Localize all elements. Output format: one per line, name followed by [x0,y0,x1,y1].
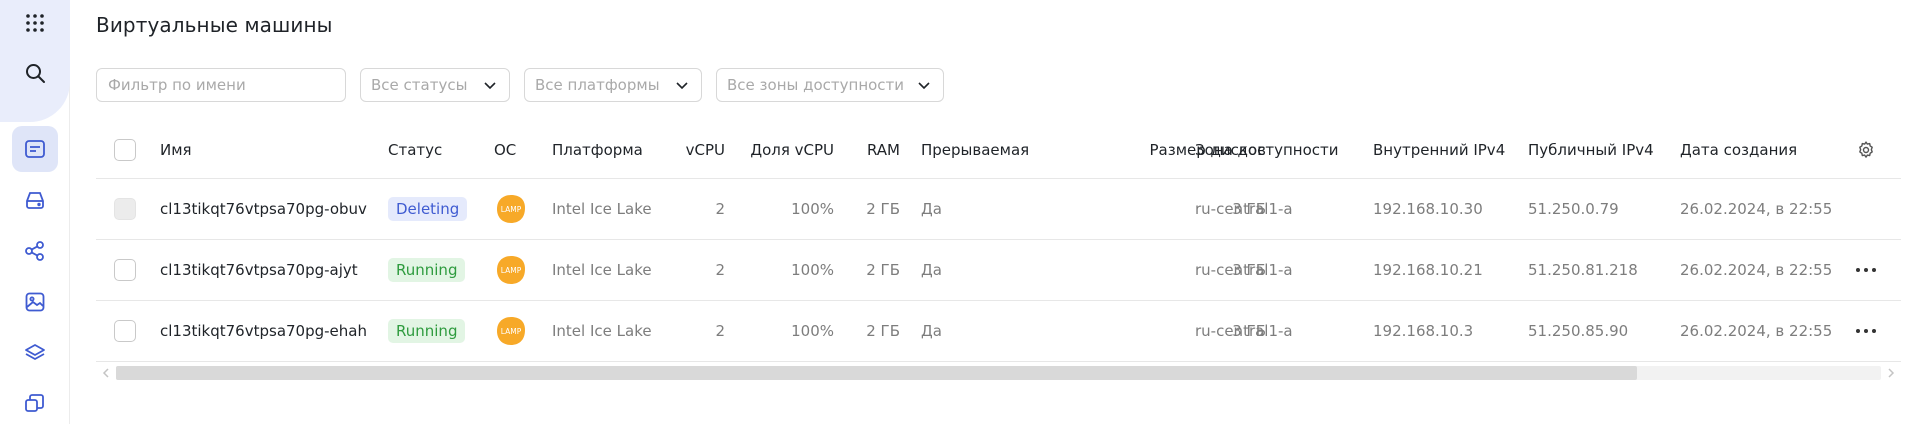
more-actions-icon[interactable] [1855,240,1877,300]
status-filter-label: Все статусы [371,76,468,94]
vm-internal-ip: 192.168.10.3 [1373,322,1474,340]
header-public-ip[interactable]: Публичный IPv4 [1528,122,1654,178]
image-icon[interactable] [12,279,58,325]
vm-public-ip: 51.250.81.218 [1528,261,1638,279]
select-all-checkbox[interactable] [114,139,136,161]
header-platform[interactable]: Платформа [552,122,643,178]
lamp-os-icon: LAMP [496,301,526,361]
table-row[interactable]: cl13tikqt76vtpsa70pg-ehah Running LAMP I… [96,301,1901,362]
vm-name[interactable]: cl13tikqt76vtpsa70pg-ajyt [160,240,358,300]
lamp-os-icon: LAMP [496,240,526,300]
disk-icon[interactable] [12,177,58,223]
vm-vcpu: 2 [715,322,725,340]
vm-ram: 2 ГБ [866,322,900,340]
header-vcpu[interactable]: vCPU [656,122,725,178]
snapshots-icon[interactable] [12,380,58,424]
name-filter-input[interactable] [96,68,346,102]
page-title: Виртуальные машины [96,13,333,37]
lamp-os-label: LAMP [501,327,522,336]
status-badge: Running [388,258,466,282]
vm-public-ip: 51.250.85.90 [1528,322,1629,340]
network-nodes-icon[interactable] [12,228,58,274]
status-filter-select[interactable]: Все статусы [360,68,510,102]
status-badge: Deleting [388,197,468,221]
header-os[interactable]: ОС [494,122,516,178]
chevron-down-icon [918,82,930,90]
header-created[interactable]: Дата создания [1680,122,1797,178]
header-ram[interactable]: RAM [846,122,900,178]
vm-ram: 2 ГБ [866,200,900,218]
header-status[interactable]: Статус [388,122,442,178]
vm-created: 26.02.2024, в 22:55 [1680,261,1833,279]
gear-icon[interactable] [1856,122,1876,178]
lamp-os-icon: LAMP [496,179,526,239]
layers-icon[interactable] [12,330,58,376]
zone-filter-label: Все зоны доступности [727,76,905,94]
vm-platform: Intel Ice Lake [552,261,652,279]
lamp-os-label: LAMP [501,266,522,275]
table-row[interactable]: cl13tikqt76vtpsa70pg-obuv Deleting LAMP … [96,179,1901,240]
vm-preemptible: Да [921,200,942,218]
main-content: Виртуальные машины Все статусы Все платф… [96,0,1923,424]
vm-table: Имя Статус ОС Платформа vCPU Доля vCPU R… [96,122,1901,362]
vm-platform: Intel Ice Lake [552,322,652,340]
vm-public-ip: 51.250.0.79 [1528,200,1619,218]
status-badge: Running [388,319,466,343]
vm-vcpu-share: 100% [791,200,834,218]
virtual-machines-icon[interactable] [12,126,58,172]
table-header-row: Имя Статус ОС Платформа vCPU Доля vCPU R… [96,122,1901,179]
vm-zone: ru-central1-a [1195,261,1293,279]
horizontal-scrollbar[interactable] [96,364,1901,380]
platform-filter-select[interactable]: Все платформы [524,68,702,102]
row-checkbox[interactable] [114,259,136,281]
vm-vcpu: 2 [715,261,725,279]
chevron-down-icon [484,82,496,90]
scroll-left-arrow-icon[interactable] [100,367,112,379]
vm-vcpu-share: 100% [791,261,834,279]
zone-filter-select[interactable]: Все зоны доступности [716,68,944,102]
scrollbar-thumb[interactable] [116,366,1637,380]
header-zone[interactable]: Зона доступности [1195,122,1339,178]
vm-name[interactable]: cl13tikqt76vtpsa70pg-ehah [160,301,367,361]
vm-vcpu-share: 100% [791,322,834,340]
vm-platform: Intel Ice Lake [552,200,652,218]
lamp-os-label: LAMP [501,205,522,214]
vm-internal-ip: 192.168.10.30 [1373,200,1483,218]
vm-internal-ip: 192.168.10.21 [1373,261,1483,279]
vm-preemptible: Да [921,322,942,340]
vm-preemptible: Да [921,261,942,279]
header-preemptible[interactable]: Прерываемая [921,122,1029,178]
row-checkbox [114,198,136,220]
vm-ram: 2 ГБ [866,261,900,279]
vm-created: 26.02.2024, в 22:55 [1680,322,1833,340]
more-actions-icon[interactable] [1855,301,1877,361]
row-checkbox[interactable] [114,320,136,342]
header-vcpu-share[interactable]: Доля vCPU [736,122,834,178]
vm-created: 26.02.2024, в 22:55 [1680,200,1833,218]
select-all-cell [114,122,136,178]
scroll-right-arrow-icon[interactable] [1885,367,1897,379]
platform-filter-label: Все платформы [535,76,660,94]
vm-zone: ru-central1-a [1195,322,1293,340]
table-row[interactable]: cl13tikqt76vtpsa70pg-ajyt Running LAMP I… [96,240,1901,301]
vm-zone: ru-central1-a [1195,200,1293,218]
header-name[interactable]: Имя [160,122,192,178]
sidebar [0,0,70,424]
search-icon[interactable] [12,50,58,96]
vm-name[interactable]: cl13tikqt76vtpsa70pg-obuv [160,179,367,239]
apps-grid-icon[interactable] [12,0,58,46]
chevron-down-icon [676,82,688,90]
vm-vcpu: 2 [715,200,725,218]
filters-bar: Все статусы Все платформы Все зоны досту… [96,68,944,102]
header-internal-ip[interactable]: Внутренний IPv4 [1373,122,1505,178]
